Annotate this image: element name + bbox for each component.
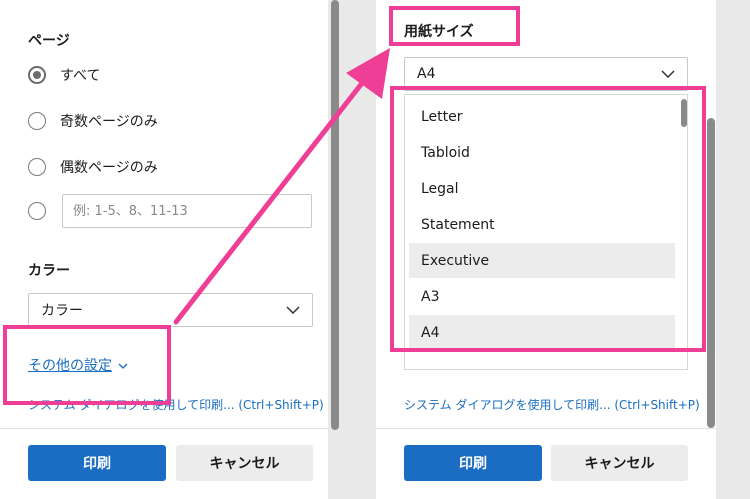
print-button-right[interactable]: 印刷	[404, 445, 542, 481]
radio-all-pages[interactable]: すべて	[28, 63, 100, 87]
print-button[interactable]: 印刷	[28, 445, 166, 481]
radio-label: すべて	[60, 68, 101, 84]
scrollbar-thumb[interactable]	[331, 0, 339, 430]
paper-option-statement[interactable]: Statement	[409, 207, 675, 242]
radio-label: 偶数ページのみ	[60, 160, 158, 176]
color-select-value: カラー	[41, 303, 83, 319]
system-dialog-link[interactable]: システム ダイアログを使用して印刷... (Ctrl+Shift+P)	[28, 396, 324, 413]
chevron-down-icon	[118, 363, 128, 369]
print-settings-panel-left: ページ すべて 奇数ページのみ 偶数ページのみ カラー カラー その他の設定 シ…	[0, 0, 339, 499]
paper-option-a3[interactable]: A3	[409, 279, 675, 314]
panel-gap-right	[716, 0, 750, 499]
dropdown-scrollbar-thumb[interactable]	[681, 99, 687, 127]
paper-size-select-value: A4	[417, 66, 436, 82]
paper-option-a4[interactable]: A4	[409, 315, 675, 350]
pages-label: ページ	[28, 33, 70, 49]
radio-label: 奇数ページのみ	[60, 114, 158, 130]
divider	[376, 428, 716, 429]
paper-size-dropdown-list[interactable]: Letter Tabloid Legal Statement Executive…	[404, 94, 688, 370]
chevron-down-icon	[661, 70, 675, 78]
cancel-button-right[interactable]: キャンセル	[551, 445, 688, 481]
chevron-down-icon	[286, 306, 300, 314]
radio-button[interactable]	[28, 202, 46, 220]
radio-odd-pages[interactable]: 奇数ページのみ	[28, 109, 158, 133]
radio-even-pages[interactable]: 偶数ページのみ	[28, 155, 158, 179]
system-dialog-link-right[interactable]: システム ダイアログを使用して印刷... (Ctrl+Shift+P)	[404, 396, 700, 413]
color-label: カラー	[28, 263, 70, 279]
paper-option-legal[interactable]: Legal	[409, 171, 675, 206]
paper-option-tabloid[interactable]: Tabloid	[409, 135, 675, 170]
paper-option-executive[interactable]: Executive	[409, 243, 675, 278]
more-settings-link[interactable]: その他の設定	[28, 355, 128, 375]
paper-size-label: 用紙サイズ	[404, 24, 474, 40]
color-select[interactable]: カラー	[28, 293, 313, 327]
radio-button[interactable]	[28, 158, 46, 176]
cancel-button[interactable]: キャンセル	[176, 445, 313, 481]
custom-page-range-input[interactable]	[62, 194, 312, 228]
more-settings-label: その他の設定	[28, 358, 112, 374]
paper-size-select[interactable]: A4	[404, 57, 688, 91]
radio-custom-range[interactable]	[28, 199, 46, 223]
radio-button-checked[interactable]	[28, 66, 46, 84]
paper-option-letter[interactable]: Letter	[409, 99, 675, 134]
radio-button[interactable]	[28, 112, 46, 130]
divider	[0, 428, 328, 429]
scrollbar-thumb-right[interactable]	[707, 118, 715, 428]
